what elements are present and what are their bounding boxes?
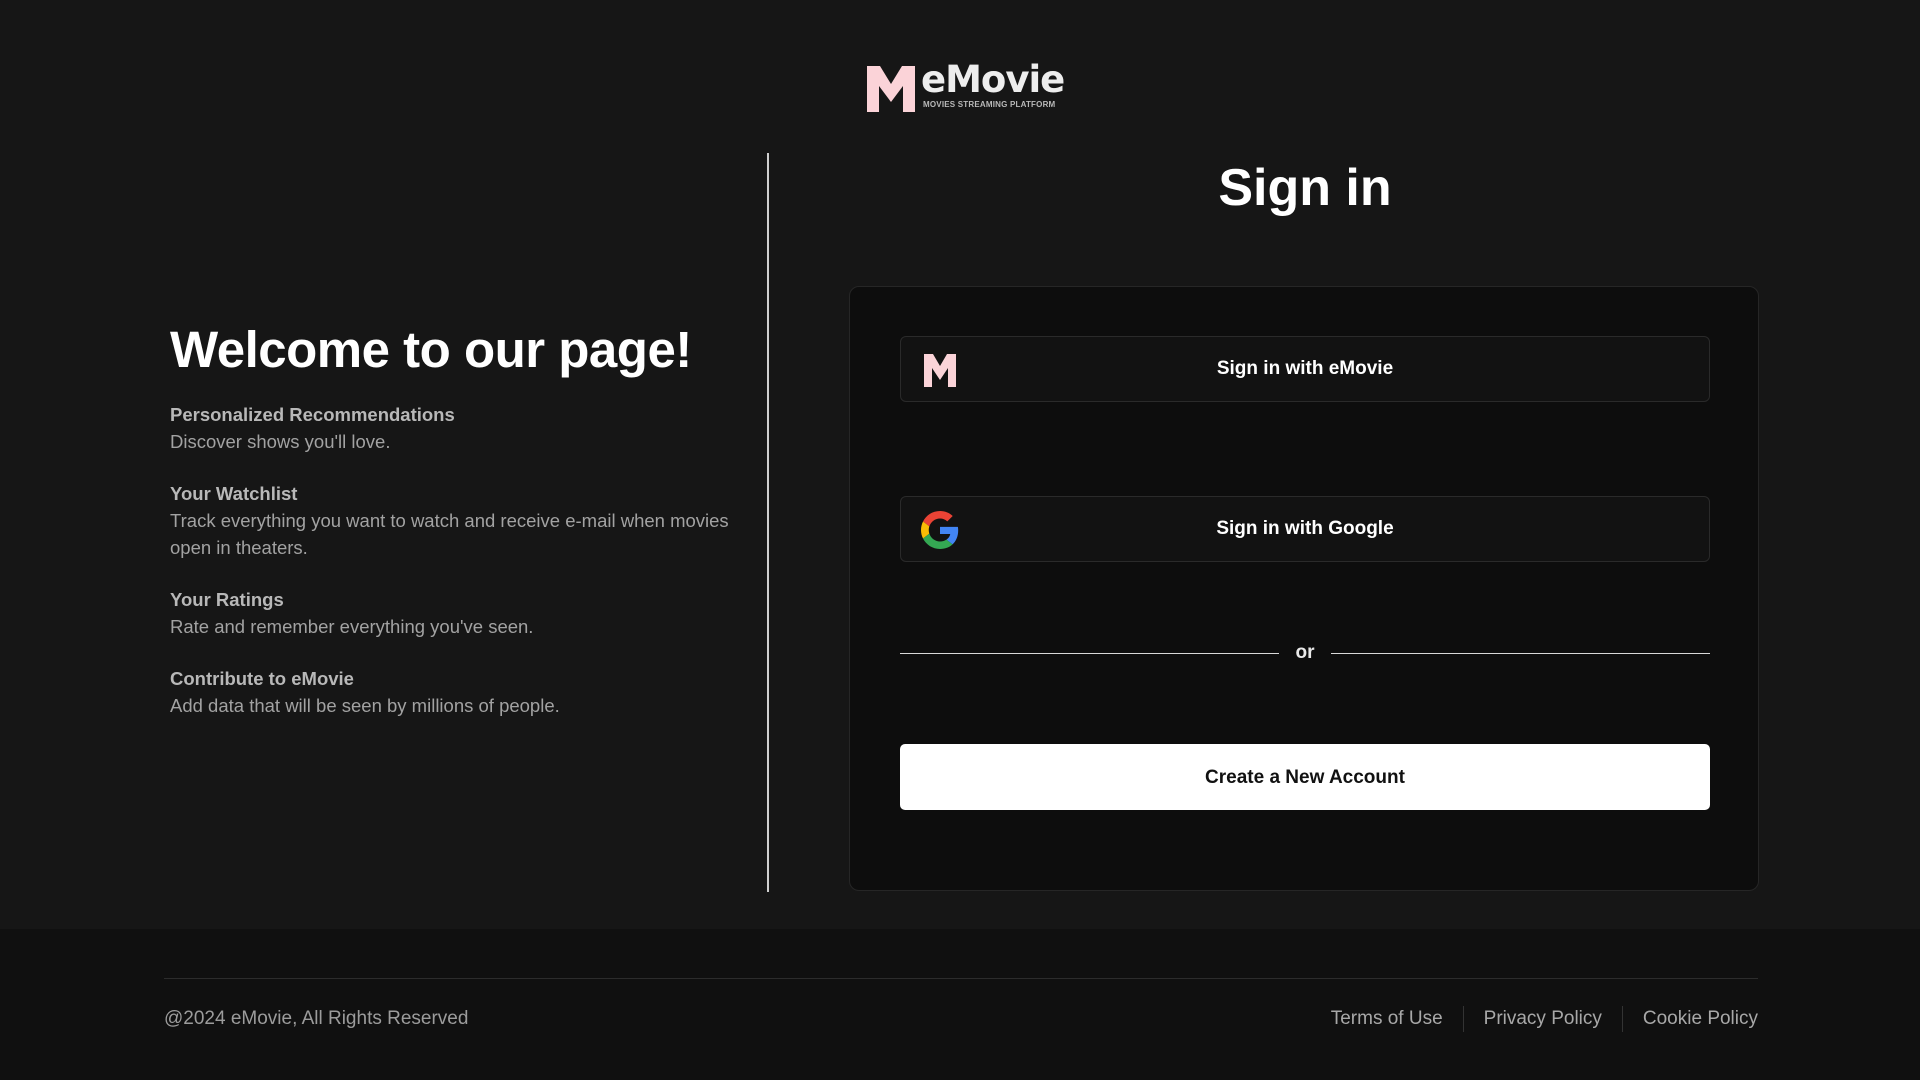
signin-emovie-label: Sign in with eMovie	[1216, 358, 1394, 379]
feature-title: Your Watchlist	[170, 483, 298, 504]
emovie-m-logo-icon	[867, 66, 915, 112]
signin-emovie-button[interactable]: Sign in with eMovie	[900, 336, 1710, 402]
create-account-label: Create a New Account	[1205, 767, 1405, 788]
footer-divider	[164, 978, 1758, 979]
copyright-text: @2024 eMovie, All Rights Reserved	[164, 1008, 469, 1029]
welcome-panel: Welcome to our page! Personalized Recomm…	[170, 320, 760, 744]
create-account-button[interactable]: Create a New Account	[900, 744, 1710, 810]
welcome-heading: Welcome to our page!	[170, 321, 692, 378]
feature-title: Your Ratings	[170, 589, 284, 610]
feature-item: Your Ratings Rate and remember everythin…	[170, 586, 760, 640]
feature-item: Personalized Recommendations Discover sh…	[170, 401, 760, 455]
privacy-policy-link[interactable]: Privacy Policy	[1484, 1005, 1602, 1033]
feature-description: Rate and remember everything you've seen…	[170, 616, 534, 637]
footer-link-separator	[1462, 1006, 1464, 1032]
vertical-divider	[767, 153, 769, 892]
feature-description: Discover shows you'll love.	[170, 431, 391, 452]
signin-google-button[interactable]: Sign in with Google	[900, 496, 1710, 562]
signin-title: Sign in	[1218, 159, 1392, 217]
feature-description: Track everything you want to watch and r…	[170, 510, 729, 558]
footer-link-separator	[1621, 1006, 1623, 1032]
separator-text: or	[1295, 642, 1315, 663]
feature-title: Contribute to eMovie	[170, 668, 354, 689]
feature-title: Personalized Recommendations	[170, 404, 455, 425]
or-separator: or	[900, 639, 1710, 669]
separator-line-right	[1331, 653, 1710, 654]
signin-google-label: Sign in with Google	[1216, 518, 1394, 539]
cookie-policy-link[interactable]: Cookie Policy	[1643, 1005, 1758, 1033]
footer: @2024 eMovie, All Rights Reserved Terms …	[0, 929, 1920, 1080]
feature-item: Contribute to eMovie Add data that will …	[170, 665, 760, 719]
footer-links: Terms of Use Privacy Policy Cookie Polic…	[1331, 1005, 1758, 1033]
logo-wordmark: eMovie	[921, 58, 1065, 101]
terms-of-use-link[interactable]: Terms of Use	[1331, 1005, 1443, 1033]
feature-description: Add data that will be seen by millions o…	[170, 695, 560, 716]
signin-page: eMovie MOVIES STREAMING PLATFORM Welcome…	[0, 0, 1920, 1080]
feature-item: Your Watchlist Track everything you want…	[170, 480, 760, 561]
separator-line-left	[900, 653, 1279, 654]
signin-card: Sign in with eMovie Sign in with Google …	[849, 286, 1759, 891]
emovie-logo[interactable]: eMovie MOVIES STREAMING PLATFORM	[865, 58, 1065, 116]
logo-tagline: MOVIES STREAMING PLATFORM	[923, 100, 1056, 109]
